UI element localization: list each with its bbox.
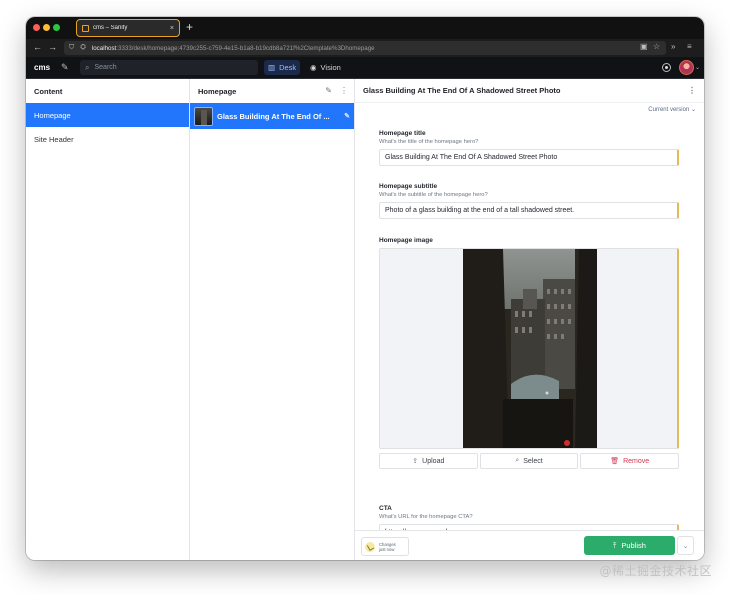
desk-tool-button[interactable]: ▥ Desk: [264, 60, 301, 75]
minimize-window-button[interactable]: [43, 24, 50, 31]
subtitle-field-description: What's the subtitle of the homepage hero…: [379, 192, 488, 198]
close-window-button[interactable]: [33, 24, 40, 31]
upload-label: Upload: [422, 457, 445, 465]
vision-tool-button[interactable]: ◉ Vision: [306, 60, 345, 75]
list-item-site-header[interactable]: Site Header: [26, 127, 189, 151]
editor-title-bar: Glass Building At The End Of A Shadowed …: [355, 79, 704, 103]
image-field-label: Homepage image: [379, 237, 433, 244]
search-icon: ⌕: [85, 62, 90, 72]
qr-icon[interactable]: ▣: [640, 42, 648, 51]
url-host: localhost: [91, 44, 117, 52]
photo-image: [463, 249, 597, 448]
image-actions: ⇪ Upload ⌕ Select 🗑 Remove: [379, 453, 680, 469]
title-field-description: What's the title of the homepage hero?: [379, 139, 479, 145]
editor-pane: Glass Building At The End Of A Shadowed …: [355, 79, 704, 560]
brand-logo[interactable]: cms: [34, 63, 50, 72]
chevron-down-icon: ⌄: [682, 542, 689, 550]
publish-label: Publish: [621, 541, 646, 550]
trash-icon: 🗑: [610, 458, 620, 465]
changes-button[interactable]: Changes just now: [361, 537, 409, 556]
select-button[interactable]: ⌕ Select: [479, 453, 579, 469]
zoom-window-button[interactable]: [53, 24, 60, 31]
changes-text: Changes just now: [379, 542, 396, 552]
star-icon[interactable]: ☆: [653, 42, 660, 51]
chevron-down-icon[interactable]: ⌄: [695, 64, 700, 71]
url-path: :3333/desk/homepage;4739c255-c759-4e15-b…: [116, 44, 375, 52]
cta-field-label: CTA: [379, 505, 392, 512]
cta-field-description: What's URL for the homepage CTA?: [379, 514, 473, 520]
remove-label: Remove: [623, 457, 650, 465]
compose-icon[interactable]: ✎: [61, 62, 69, 73]
status-icon[interactable]: [662, 63, 671, 72]
compose-icon[interactable]: ✎: [325, 86, 332, 95]
back-arrow-icon[interactable]: ←: [33, 42, 42, 52]
subtitle-input[interactable]: Photo of a glass building at the end of …: [379, 202, 679, 219]
search-icon: ⌕: [515, 457, 520, 464]
image-field: Homepage image ⇪ Upload ⌕ Select 🗑 Remov…: [379, 237, 680, 469]
title-field: Homepage title What's the title of the h…: [379, 130, 679, 166]
title-field-label: Homepage title: [379, 130, 426, 137]
browser-tabstrip: cms – Sanity × +: [26, 17, 704, 39]
favicon-icon: [82, 24, 89, 32]
content-pane-title: Content: [34, 86, 63, 96]
shield-icon: ⛉: [69, 44, 75, 51]
editor-title: Glass Building At The End Of A Shadowed …: [363, 86, 561, 95]
desk-icon: ▥: [268, 63, 276, 72]
edit-icon: [365, 541, 375, 552]
pane-actions: ✎ ⋮: [325, 86, 348, 95]
upload-icon: ⇪: [412, 458, 419, 465]
select-label: Select: [523, 457, 543, 465]
document-footer: Changes just now ⤒ Publish ⌄: [355, 530, 704, 560]
document-title: Glass Building At The End Of ...: [217, 111, 330, 121]
avatar[interactable]: [679, 60, 694, 75]
publish-icon: ⤒: [613, 540, 617, 550]
changes-time: just now: [379, 546, 395, 552]
title-input[interactable]: Glass Building At The End Of A Shadowed …: [379, 149, 679, 166]
url-field[interactable]: ⛉ ⛭ localhost:3333/desk/homepage;4739c25…: [64, 41, 666, 55]
menu-icon[interactable]: ≡: [687, 42, 692, 51]
tab-close-icon[interactable]: ×: [170, 25, 174, 32]
url-text: localhost:3333/desk/homepage;4739c255-c7…: [92, 45, 375, 52]
subtitle-field-label: Homepage subtitle: [379, 183, 438, 190]
tab-title: cms – Sanity: [93, 25, 128, 31]
studio-toolbar: cms ✎ ⌕ Search ▥ Desk ◉ Vision ⌄: [26, 57, 704, 79]
remove-button[interactable]: 🗑 Remove: [580, 453, 680, 469]
more-icon[interactable]: ⋮: [340, 86, 348, 95]
address-bar: ← → ⛉ ⛭ localhost:3333/desk/homepage;473…: [26, 39, 704, 57]
publish-menu-button[interactable]: ⌄: [677, 536, 694, 555]
desk-label: Desk: [279, 63, 297, 72]
upload-button[interactable]: ⇪ Upload: [379, 453, 478, 469]
search-input[interactable]: ⌕ Search: [80, 60, 258, 75]
document-item[interactable]: Glass Building At The End Of ... ✎: [190, 103, 354, 129]
version-selector[interactable]: Current version ⌄: [648, 106, 696, 113]
chevron-double-icon[interactable]: »: [671, 42, 675, 51]
subtitle-field: Homepage subtitle What's the subtitle of…: [379, 183, 679, 219]
browser-window: cms – Sanity × + ← → ⛉ ⛭ localhost:3333/…: [26, 17, 704, 560]
publish-button[interactable]: ⤒ Publish: [584, 536, 675, 555]
new-tab-button[interactable]: +: [186, 20, 193, 34]
search-placeholder: Search: [94, 64, 117, 71]
homepage-pane: Homepage ✎ ⋮ Glass Building At The End O…: [190, 79, 355, 560]
site-info-icon[interactable]: ⛭: [80, 44, 86, 52]
edit-icon: ✎: [344, 113, 350, 120]
more-icon[interactable]: ⋮: [688, 86, 696, 95]
content-pane: Content Homepage Site Header: [26, 79, 190, 560]
watermark-text: @稀土掘金技术社区: [599, 564, 712, 578]
list-item-homepage[interactable]: Homepage: [26, 103, 189, 127]
eye-icon: ◉: [310, 63, 317, 72]
vision-label: Vision: [320, 63, 341, 72]
browser-tab[interactable]: cms – Sanity ×: [76, 19, 180, 37]
forward-arrow-icon[interactable]: →: [48, 42, 57, 52]
image-preview[interactable]: [379, 248, 679, 449]
document-thumbnail: [194, 106, 213, 126]
